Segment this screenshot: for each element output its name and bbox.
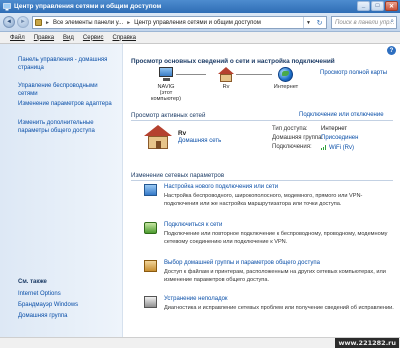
map-node-label: Интернет <box>273 84 299 90</box>
watermark: www.221282.ru <box>335 338 399 348</box>
connect-disconnect-link[interactable]: Подключение или отключение <box>299 112 384 118</box>
task-new-connection: Настройка нового подключения или сети На… <box>144 184 394 216</box>
back-button[interactable]: ◄ <box>3 16 15 28</box>
connection-line <box>176 74 206 75</box>
breadcrumb-item-control-panel[interactable]: Все элементы панели у... <box>53 20 123 26</box>
map-node-label: Rv <box>222 84 230 90</box>
search-icon[interactable]: ⌕ <box>390 18 394 26</box>
forward-button[interactable]: ► <box>17 16 29 28</box>
map-node-internet[interactable]: Интернет <box>266 67 306 90</box>
active-networks-heading: Просмотр активных сетей <box>131 112 206 119</box>
home-network-icon <box>144 125 172 151</box>
chevron-right-icon: ► <box>126 19 132 26</box>
task-new-connection-link[interactable]: Настройка нового подключения или сети <box>164 184 278 190</box>
divider <box>131 180 393 181</box>
minimize-button[interactable]: _ <box>357 1 370 11</box>
page-title: Просмотр основных сведений о сети и наст… <box>131 58 335 65</box>
see-also-heading: См. также <box>18 279 47 285</box>
change-settings-heading: Изменение сетевых параметров <box>131 172 225 179</box>
sidebar-item-homegroup[interactable]: Домашняя группа <box>18 312 118 320</box>
menu-help[interactable]: Справка <box>112 35 136 41</box>
network-name: Rv <box>178 130 187 137</box>
access-type-label: Тип доступа: <box>272 126 308 132</box>
full-map-link[interactable]: Просмотр полной карты <box>320 70 387 76</box>
map-node-sublabel: (этот компьютер) <box>150 90 182 102</box>
sidebar: Панель управления - домашняя страница Уп… <box>0 44 123 337</box>
homegroup-icon <box>144 260 157 272</box>
breadcrumb[interactable]: ► Все элементы панели у... ► Центр управ… <box>32 16 327 29</box>
computer-icon <box>157 67 175 83</box>
wifi-connection-name: WiFi (Rv) <box>329 145 354 151</box>
wifi-signal-icon <box>321 144 328 150</box>
maximize-button[interactable]: □ <box>371 1 384 11</box>
task-homegroup: Выбор домашней группы и параметров общег… <box>144 260 394 292</box>
sidebar-item-internet-options[interactable]: Internet Options <box>18 290 118 298</box>
task-homegroup-link[interactable]: Выбор домашней группы и параметров общег… <box>164 260 320 266</box>
access-type-value: Интернет <box>321 126 348 132</box>
divider <box>131 120 393 121</box>
connect-icon <box>144 222 157 234</box>
search-input[interactable]: Поиск в панели упр... ⌕ <box>331 16 397 29</box>
network-center-icon <box>3 2 11 10</box>
map-node-computer[interactable]: NAVIG (этот компьютер) <box>146 67 186 102</box>
sidebar-item-sharing-settings[interactable]: Изменить дополнительные параметры общего… <box>18 119 118 135</box>
refresh-icon[interactable]: ↻ <box>314 17 325 28</box>
menu-service[interactable]: Сервис <box>83 35 104 41</box>
network-map: NAVIG (этот компьютер) Rv Интернет <box>146 67 321 105</box>
task-description: Настройка беспроводного, широкополосного… <box>164 193 363 207</box>
troubleshoot-icon <box>144 296 157 308</box>
search-placeholder: Поиск в панели упр... <box>335 19 395 26</box>
title-bar: Центр управления сетями и общим доступом… <box>0 0 400 13</box>
network-type-link[interactable]: Домашняя сеть <box>178 138 221 144</box>
task-troubleshoot-link[interactable]: Устранение неполадок <box>164 296 228 302</box>
connections-label: Подключения: <box>272 144 312 150</box>
network-setup-icon <box>144 184 157 196</box>
chevron-right-icon: ► <box>45 19 50 26</box>
task-description: Подключение или повторное подключение к … <box>164 231 388 245</box>
globe-icon <box>277 67 295 83</box>
close-button[interactable]: ✕ <box>385 1 398 11</box>
menu-view[interactable]: Вид <box>63 35 74 41</box>
wifi-connection-link[interactable]: WiFi (Rv) <box>321 144 354 151</box>
sidebar-item-wireless-networks[interactable]: Управление беспроводными сетями <box>18 82 118 98</box>
sidebar-item-firewall[interactable]: Брандмауэр Windows <box>18 301 118 309</box>
task-troubleshoot: Устранение неполадок Диагностика и испра… <box>144 296 394 328</box>
task-description: Доступ к файлам и принтерам, расположенн… <box>164 269 386 283</box>
sidebar-item-adapter-settings[interactable]: Изменение параметров адаптера <box>18 100 118 108</box>
menu-bar: Файл Правка Вид Сервис Справка <box>0 32 400 44</box>
main-content: Просмотр основных сведений о сети и наст… <box>124 44 400 337</box>
sidebar-item-control-panel-home[interactable]: Панель управления - домашняя страница <box>18 56 118 72</box>
breadcrumb-item-network-center[interactable]: Центр управления сетями и общим доступом <box>134 20 261 26</box>
menu-edit[interactable]: Правка <box>34 35 54 41</box>
task-connect: Подключиться к сети Подключение или повт… <box>144 222 394 254</box>
house-icon <box>217 67 235 83</box>
map-node-router[interactable]: Rv <box>206 67 246 90</box>
control-panel-icon <box>35 19 42 26</box>
homegroup-label: Домашняя группа: <box>272 135 324 141</box>
task-connect-link[interactable]: Подключиться к сети <box>164 222 222 228</box>
window-title: Центр управления сетями и общим доступом <box>14 3 162 10</box>
task-description: Диагностика и исправление сетевых пробле… <box>164 305 394 311</box>
menu-file[interactable]: Файл <box>10 35 25 41</box>
homegroup-value-link[interactable]: Присоединен <box>321 135 358 141</box>
address-toolbar: ◄ ► ► Все элементы панели у... ► Центр у… <box>0 13 400 32</box>
active-network: Rv Домашняя сеть Тип доступа: Интернет Д… <box>144 124 394 159</box>
chevron-down-icon[interactable]: ▼ <box>303 17 313 28</box>
